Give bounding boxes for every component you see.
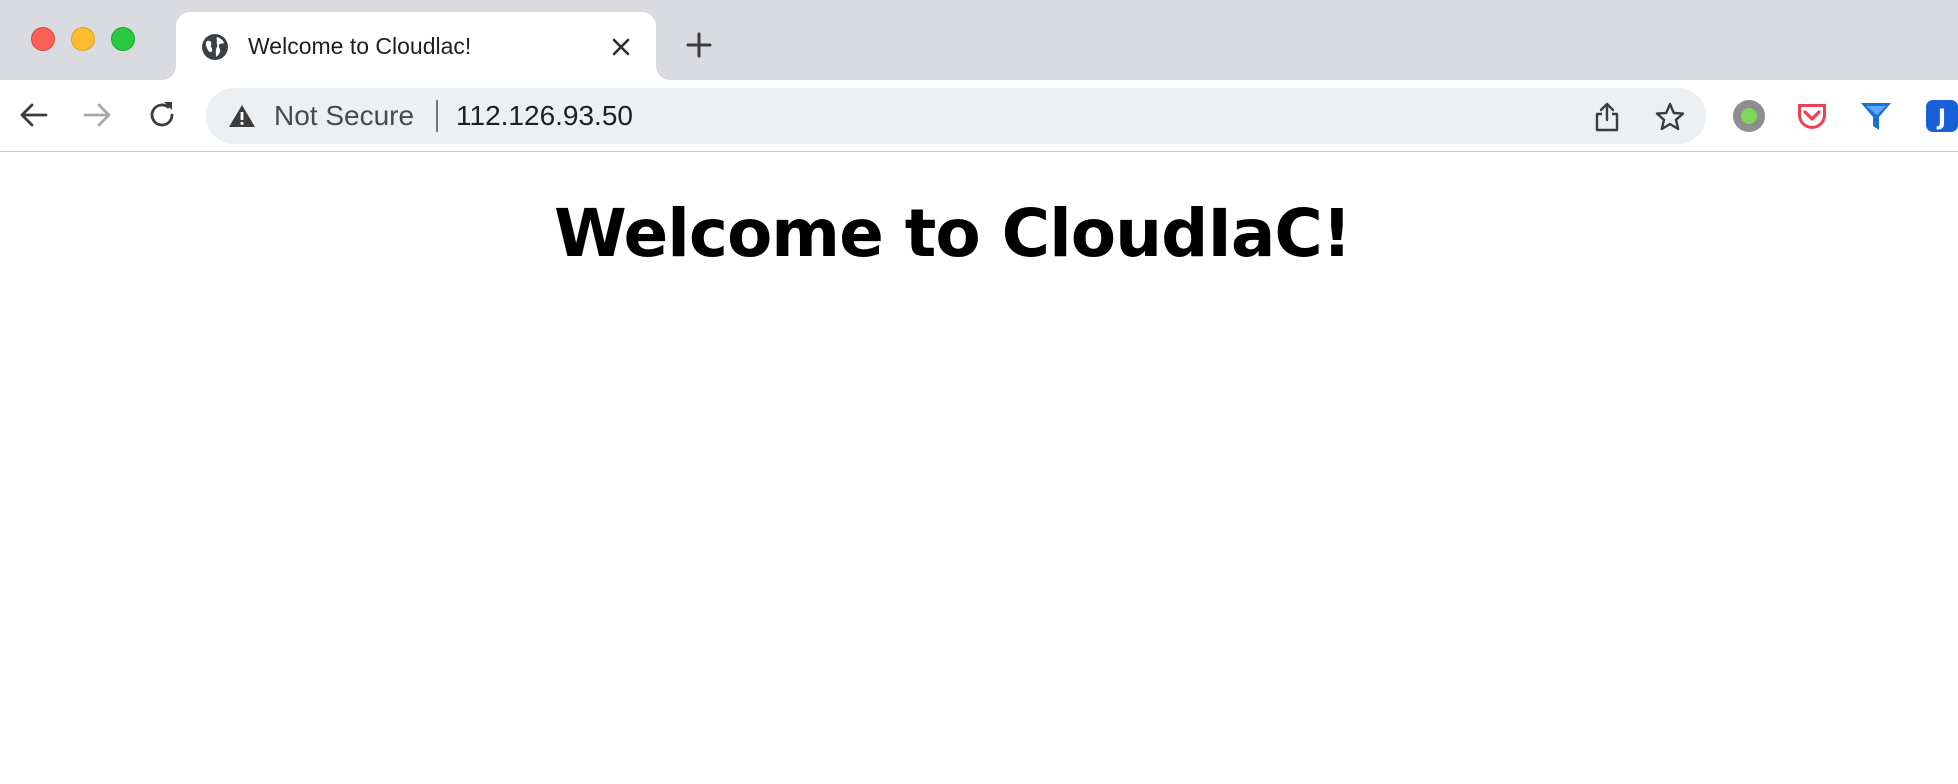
browser-toolbar: Not Secure 112.126.93.50 J	[0, 80, 1958, 152]
new-tab-button[interactable]	[684, 30, 714, 60]
star-icon[interactable]	[1654, 101, 1686, 133]
back-button[interactable]	[17, 98, 51, 132]
window-maximize-button[interactable]	[111, 27, 135, 51]
page-content: Welcome to CloudIaC!	[0, 153, 1958, 784]
warning-triangle-icon[interactable]	[228, 103, 256, 129]
close-icon[interactable]	[608, 34, 634, 60]
funnel-extension-icon[interactable]	[1858, 98, 1894, 134]
reload-button[interactable]	[145, 98, 179, 132]
address-divider	[436, 100, 438, 132]
window-minimize-button[interactable]	[71, 27, 95, 51]
address-bar[interactable]: Not Secure 112.126.93.50	[206, 88, 1706, 144]
security-status-label[interactable]: Not Secure	[274, 100, 414, 132]
forward-button[interactable]	[80, 98, 114, 132]
window-close-button[interactable]	[31, 27, 55, 51]
svg-text:J: J	[1936, 106, 1946, 131]
share-icon[interactable]	[1592, 101, 1622, 133]
tab-strip: Welcome to Cloudlac!	[0, 0, 1958, 80]
globe-icon	[202, 34, 228, 60]
pocket-extension-icon[interactable]	[1794, 98, 1830, 134]
url-text[interactable]: 112.126.93.50	[456, 100, 633, 132]
status-dot-extension-icon[interactable]	[1731, 98, 1767, 134]
tab-title: Welcome to Cloudlac!	[248, 33, 472, 59]
browser-window: Welcome to Cloudlac! Not Secure 112.126.…	[0, 0, 1958, 784]
jd-extension-icon[interactable]: J	[1924, 98, 1958, 134]
page-heading: Welcome to CloudIaC!	[554, 195, 1352, 272]
browser-tab-active[interactable]: Welcome to Cloudlac!	[176, 12, 656, 80]
